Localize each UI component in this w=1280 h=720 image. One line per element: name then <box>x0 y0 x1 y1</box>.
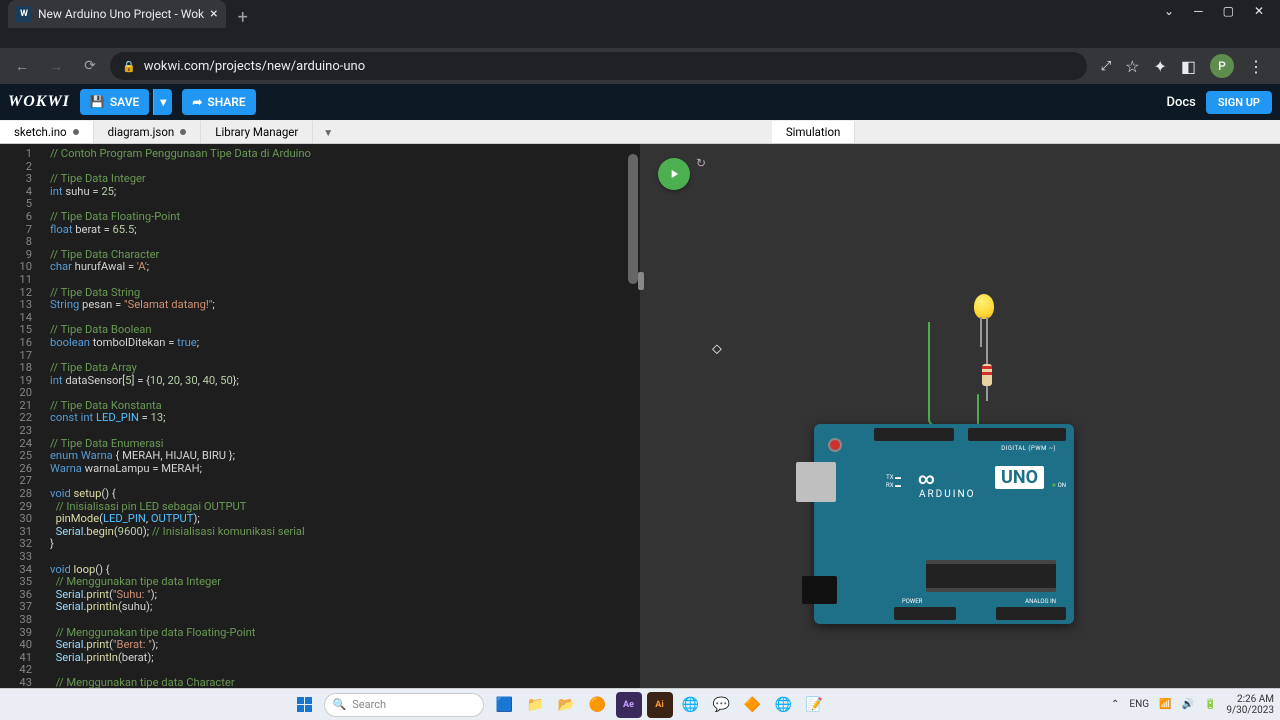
save-dropdown[interactable]: ▾ <box>153 89 172 115</box>
tx-rx-leds: TX ▬ RX ▬ <box>886 474 901 490</box>
extensions-icon[interactable]: ✦ <box>1153 57 1166 76</box>
browser-chrome: W New Arduino Uno Project - Wok × + ⌄ ─ … <box>0 0 1280 48</box>
system-tray[interactable]: ⌃ ENG 📶 🔊 🔋 2:26 AM 9/30/2023 <box>1111 694 1274 716</box>
digital-label: DIGITAL (PWM ~) <box>1001 445 1056 452</box>
arduino-board[interactable]: ∞ UNO ARDUINO DIGITAL (PWM ~) TX ▬ RX ▬ … <box>814 424 1074 624</box>
code-content[interactable]: // Contoh Program Penggunaan Tipe Data d… <box>42 144 640 688</box>
app-icon[interactable]: 🔶 <box>740 692 766 718</box>
search-icon: 🔍 <box>333 698 347 711</box>
lock-icon: 🔒 <box>122 60 136 73</box>
blender-icon[interactable]: 🟠 <box>585 692 611 718</box>
tray-chevron-icon[interactable]: ⌃ <box>1111 699 1119 710</box>
start-button[interactable] <box>290 692 320 718</box>
refresh-icon[interactable]: ↻ <box>696 156 706 170</box>
chevron-down-icon[interactable]: ⌄ <box>1164 4 1174 18</box>
aftereffects-icon[interactable]: Ae <box>616 692 642 718</box>
signup-button[interactable]: SIGN UP <box>1206 91 1272 114</box>
clock[interactable]: 2:26 AM 9/30/2023 <box>1226 694 1274 716</box>
back-button[interactable]: ← <box>8 52 36 80</box>
wokwi-logo[interactable]: WOKWI <box>8 93 70 111</box>
line-gutter: 1234567891011121314151617181920212223242… <box>0 144 42 688</box>
editor-scrollbar[interactable] <box>628 154 638 284</box>
play-icon <box>667 167 681 181</box>
taskbar-search[interactable]: 🔍 Search <box>324 693 484 717</box>
tab-diagram[interactable]: diagram.json <box>94 121 202 143</box>
save-icon: 💾 <box>90 95 105 109</box>
bookmark-icon[interactable]: ☆ <box>1125 57 1139 76</box>
reset-button[interactable] <box>828 438 842 452</box>
volume-icon[interactable]: 🔊 <box>1182 699 1194 710</box>
app-header: WOKWI 💾 SAVE ▾ ➦ SHARE Docs SIGN UP <box>0 84 1280 120</box>
pin-header[interactable] <box>874 428 954 441</box>
code-editor[interactable]: 1234567891011121314151617181920212223242… <box>0 144 640 688</box>
illustrator-icon[interactable]: Ai <box>647 692 673 718</box>
widgets-icon[interactable]: 🟦 <box>492 692 518 718</box>
cursor-icon: ⬦ <box>712 341 722 357</box>
analog-label: ANALOG IN <box>1025 598 1056 605</box>
chrome-icon[interactable]: 🌐 <box>678 692 704 718</box>
led-component[interactable] <box>974 294 994 319</box>
favicon-icon: W <box>16 6 32 22</box>
main-split: 1234567891011121314151617181920212223242… <box>0 144 1280 688</box>
browser-tab[interactable]: W New Arduino Uno Project - Wok × <box>8 0 226 28</box>
infinity-icon: ∞ <box>918 469 936 488</box>
editor-tab-row: sketch.ino diagram.json Library Manager … <box>0 120 1280 144</box>
power-jack <box>802 576 837 604</box>
tab-library-manager[interactable]: Library Manager <box>201 121 313 143</box>
pin-header[interactable] <box>996 607 1066 620</box>
maximize-icon[interactable]: ▢ <box>1223 4 1234 18</box>
resistor-component[interactable] <box>982 349 992 389</box>
play-button[interactable] <box>658 158 690 190</box>
dirty-indicator-icon <box>180 129 186 135</box>
uno-label: UNO <box>995 466 1044 489</box>
explorer-icon[interactable]: 📁 <box>523 692 549 718</box>
chrome2-icon[interactable]: 🌐 <box>771 692 797 718</box>
share-button[interactable]: ➦ SHARE <box>182 89 255 115</box>
url-input[interactable]: 🔒 wokwi.com/projects/new/arduino-uno <box>110 52 1087 80</box>
tab-menu-dropdown[interactable]: ▼ <box>313 124 343 143</box>
forward-button[interactable]: → <box>42 52 70 80</box>
windows-taskbar: 🔍 Search 🟦 📁 📂 🟠 Ae Ai 🌐 💬 🔶 🌐 📝 ⌃ ENG 📶… <box>0 688 1280 720</box>
reload-button[interactable]: ⟳ <box>76 52 104 80</box>
tab-simulation[interactable]: Simulation <box>772 121 856 143</box>
dirty-indicator-icon <box>73 129 79 135</box>
folder-icon[interactable]: 📂 <box>554 692 580 718</box>
simulation-pane[interactable]: ↻ ⬦ <box>644 144 1280 688</box>
save-button[interactable]: 💾 SAVE <box>80 89 149 115</box>
docs-link[interactable]: Docs <box>1166 95 1195 110</box>
close-tab-icon[interactable]: × <box>210 6 217 22</box>
wifi-icon[interactable]: 📶 <box>1159 699 1171 710</box>
pin-header[interactable] <box>894 607 956 620</box>
install-icon[interactable]: ⤢ <box>1101 59 1111 74</box>
on-led: ON <box>1052 482 1066 489</box>
windows-icon <box>297 697 312 712</box>
menu-icon[interactable]: ⋮ <box>1248 57 1264 76</box>
sidepanel-icon[interactable]: ◧ <box>1181 57 1196 76</box>
wire[interactable] <box>928 322 978 427</box>
tab-sketch[interactable]: sketch.ino <box>0 121 94 143</box>
atmega-chip <box>926 560 1056 592</box>
notepad-icon[interactable]: 📝 <box>802 692 828 718</box>
arduino-logo: ∞ <box>918 469 936 488</box>
minimize-icon[interactable]: ─ <box>1194 4 1203 18</box>
whatsapp-icon[interactable]: 💬 <box>709 692 735 718</box>
share-icon: ➦ <box>192 95 202 109</box>
close-icon[interactable]: ✕ <box>1254 4 1264 18</box>
new-tab-button[interactable]: + <box>226 7 260 28</box>
tab-title: New Arduino Uno Project - Wok <box>38 7 204 21</box>
url-text: wokwi.com/projects/new/arduino-uno <box>144 59 365 74</box>
arduino-text: ARDUINO <box>919 489 975 500</box>
pin-header[interactable] <box>968 428 1066 441</box>
battery-icon[interactable]: 🔋 <box>1204 699 1216 710</box>
profile-avatar[interactable]: P <box>1210 54 1234 78</box>
usb-port <box>796 462 836 502</box>
address-bar: ← → ⟳ 🔒 wokwi.com/projects/new/arduino-u… <box>0 48 1280 84</box>
language-indicator[interactable]: ENG <box>1129 699 1149 710</box>
power-label: POWER <box>902 598 922 605</box>
